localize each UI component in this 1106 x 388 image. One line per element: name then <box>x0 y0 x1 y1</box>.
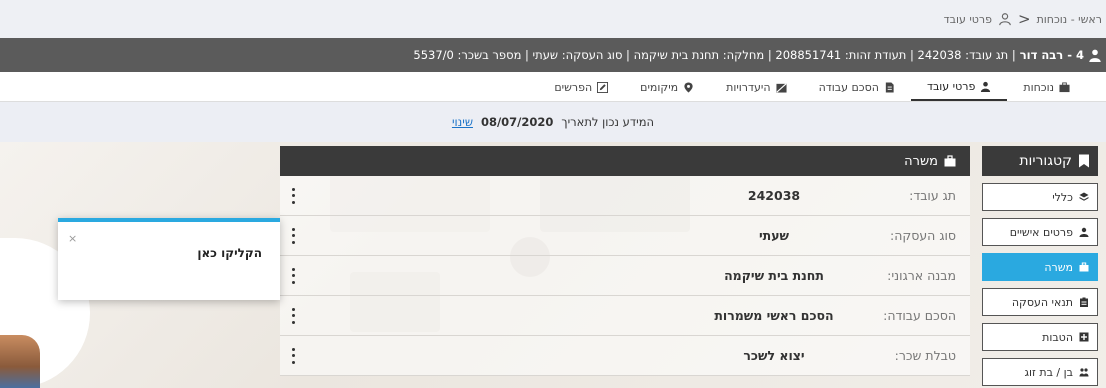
field-label: סוג העסקה: <box>890 228 956 243</box>
category-label: פרטים אישיים <box>1009 225 1073 239</box>
tab-employee-details[interactable]: פרטי עובד <box>910 73 1008 101</box>
employee-details: | תג עובד: 242038 | תעודת זהות: 20885174… <box>413 48 1016 62</box>
close-icon[interactable]: × <box>68 232 77 245</box>
field-value: יצוא לשכר <box>743 348 805 363</box>
change-date-link[interactable]: שינוי <box>452 115 473 129</box>
row-menu-icon[interactable] <box>288 187 298 204</box>
gift-icon <box>1079 332 1089 342</box>
row-menu-icon[interactable] <box>288 347 298 364</box>
breadcrumb-separator: < <box>1018 10 1031 28</box>
person-icon <box>1079 227 1089 237</box>
tab-label: פרטי עובד <box>926 79 976 93</box>
job-row-work-agreement: הסכם עבודה: הסכם ראשי משמרות <box>280 296 970 336</box>
tab-label: מיקומים <box>640 80 679 94</box>
click-here-popup[interactable]: × הקליקו כאן <box>58 218 280 300</box>
category-personal-details[interactable]: פרטים אישיים <box>982 218 1098 246</box>
user-icon <box>1089 49 1101 62</box>
couple-icon <box>1079 368 1089 377</box>
category-label: הטבות <box>1042 330 1073 344</box>
field-value: שעתי <box>758 228 790 243</box>
bookmark-icon <box>1079 154 1089 168</box>
popup-text: הקליקו כאן <box>197 246 262 260</box>
job-title: משרה <box>904 153 938 169</box>
category-label: כללי <box>1052 190 1073 204</box>
job-row-employee-tag: תג עובד: 242038 <box>280 176 970 216</box>
breadcrumb-current: פרטי עובד <box>943 12 992 26</box>
field-value: הסכם ראשי משמרות <box>714 308 834 323</box>
tab-label: נוכחות <box>1023 80 1054 94</box>
category-label: תנאי העסקה <box>1011 295 1073 309</box>
field-label: תג עובד: <box>909 188 956 203</box>
field-label: טבלת שכר: <box>894 348 956 363</box>
briefcase-icon <box>1059 81 1070 92</box>
categories-sidebar: קטגוריות כללי פרטים אישיים משרה תנאי העס… <box>982 146 1098 386</box>
category-job[interactable]: משרה <box>982 253 1098 281</box>
category-benefits[interactable]: הטבות <box>982 323 1098 351</box>
clipboard-icon <box>1080 297 1088 307</box>
document-icon <box>885 81 894 93</box>
field-label: הסכם עבודה: <box>883 308 956 323</box>
field-label: מבנה ארגוני: <box>887 268 956 283</box>
categories-title: קטגוריות <box>1019 153 1072 169</box>
category-spouse[interactable]: בן / בת זוג <box>982 358 1098 386</box>
breadcrumb-home[interactable]: ראשי - נוכחות <box>1037 13 1102 26</box>
job-row-salary-table: טבלת שכר: יצוא לשכר <box>280 336 970 376</box>
employee-name: 4 - רבה דור <box>1019 48 1084 62</box>
category-general[interactable]: כללי <box>982 183 1098 211</box>
tab-locations[interactable]: מיקומים <box>624 73 710 101</box>
job-row-employment-type: סוג העסקה: שעתי <box>280 216 970 256</box>
row-menu-icon[interactable] <box>288 307 298 324</box>
info-prefix: המידע נכון לתאריך <box>561 115 655 129</box>
employee-header: 4 - רבה דור | תג עובד: 242038 | תעודת זה… <box>0 38 1106 72</box>
job-header: משרה <box>280 146 970 176</box>
absence-icon <box>776 82 787 93</box>
tab-absences[interactable]: היעדרויות <box>710 73 802 101</box>
location-pin-icon <box>684 81 693 93</box>
briefcase-icon <box>944 155 956 167</box>
main-tabs: נוכחות פרטי עובד הסכם עבודה היעדרויות מי… <box>0 72 1106 102</box>
job-row-org-structure: מבנה ארגוני: תחנת בית שיקמה <box>280 256 970 296</box>
categories-header: קטגוריות <box>982 146 1098 176</box>
edit-icon <box>597 81 609 93</box>
field-value: 242038 <box>747 188 801 203</box>
field-value: תחנת בית שיקמה <box>724 268 824 283</box>
category-employment-terms[interactable]: תנאי העסקה <box>982 288 1098 316</box>
person-icon <box>981 81 991 92</box>
info-bar: המידע נכון לתאריך 08/07/2020 שינוי <box>0 102 1106 142</box>
briefcase-icon <box>1079 262 1089 272</box>
layers-icon <box>1079 192 1089 201</box>
job-panel: משרה תג עובד: 242038 סוג העסקה: שעתי מבנ… <box>280 146 970 376</box>
person-icon <box>999 13 1011 26</box>
breadcrumb: ראשי - נוכחות < פרטי עובד <box>0 0 1106 38</box>
tab-attendance[interactable]: נוכחות <box>1007 73 1086 101</box>
row-menu-icon[interactable] <box>288 227 298 244</box>
category-label: משרה <box>1044 260 1073 274</box>
tab-work-agreement[interactable]: הסכם עבודה <box>803 73 911 101</box>
category-label: בן / בת זוג <box>1024 365 1073 379</box>
info-date: 08/07/2020 <box>480 115 554 129</box>
tab-label: הפרשים <box>554 80 593 94</box>
tab-differences[interactable]: הפרשים <box>538 73 624 101</box>
person-photo <box>0 335 40 388</box>
tab-label: הסכם עבודה <box>818 80 879 94</box>
tab-label: היעדרויות <box>726 80 771 94</box>
row-menu-icon[interactable] <box>288 267 298 284</box>
